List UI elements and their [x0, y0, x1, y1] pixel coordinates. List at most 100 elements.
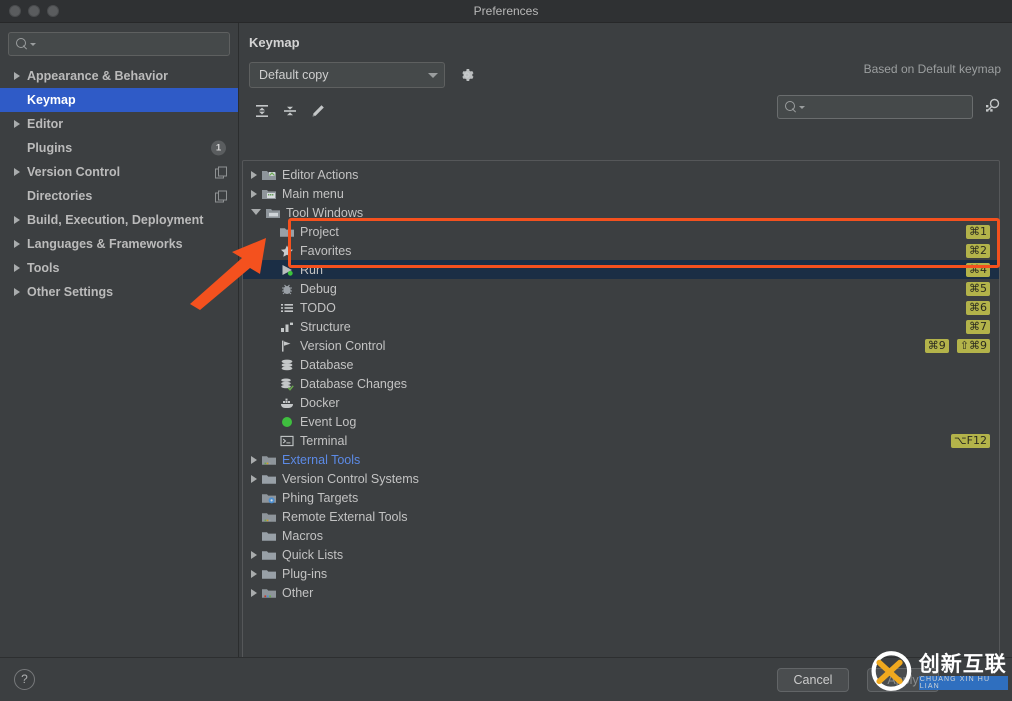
chevron-right-icon[interactable] — [251, 474, 257, 483]
shortcut-badge[interactable]: ⌘9 — [924, 338, 949, 353]
sidebar-item-tools[interactable]: Tools — [0, 256, 238, 280]
tree-row[interactable]: Plug-ins — [243, 564, 999, 583]
tree-row[interactable]: Version Control ⌘9 ⇧⌘9 — [243, 336, 999, 355]
sidebar-item-label: Editor — [27, 117, 64, 131]
tree-row[interactable]: Debug ⌘5 — [243, 279, 999, 298]
gear-icon[interactable] — [459, 67, 475, 83]
sidebar-item-label: Plugins — [27, 141, 73, 155]
shortcut-badge[interactable]: ⌘4 — [966, 262, 990, 277]
chevron-down-icon[interactable] — [251, 208, 261, 215]
sidebar-item-plugins[interactable]: Plugins 1 — [0, 136, 238, 160]
project-scope-icon — [215, 190, 227, 203]
tree-row[interactable]: Editor Actions — [243, 165, 999, 184]
shortcut-badge[interactable]: ⇧⌘9 — [956, 338, 990, 353]
tree-row[interactable]: Other — [243, 583, 999, 602]
sidebar-item-appearance-behavior[interactable]: Appearance & Behavior — [0, 64, 238, 88]
sidebar-search-box[interactable] — [8, 32, 230, 56]
tree-row[interactable]: TODO ⌘6 — [243, 298, 999, 317]
tree-row[interactable]: Terminal ⌥F12 — [243, 431, 999, 450]
keymap-toolbar — [240, 88, 1012, 124]
shortcut-search-box[interactable] — [777, 95, 973, 119]
tree-row[interactable]: External Tools — [243, 450, 999, 469]
tree-row[interactable]: Database — [243, 355, 999, 374]
tree-row[interactable]: Database Changes — [243, 374, 999, 393]
terminal-icon — [280, 434, 294, 448]
tree-row-label: Remote External Tools — [282, 509, 408, 524]
debug-bug-icon — [280, 282, 294, 296]
tree-row[interactable]: Structure ⌘7 — [243, 317, 999, 336]
editor-actions-folder-icon — [262, 168, 276, 182]
find-shortcut-icon[interactable] — [983, 96, 1003, 116]
shortcut-list: ⌘9 ⇧⌘9 — [924, 338, 990, 353]
sidebar-item-build-execution-deployment[interactable]: Build, Execution, Deployment — [0, 208, 238, 232]
tree-row-label: Terminal — [300, 433, 348, 448]
tree-row[interactable]: Macros — [243, 526, 999, 545]
expand-all-icon[interactable] — [250, 100, 274, 122]
watermark-cn-text: 创新互联 — [918, 651, 1007, 676]
tool-windows-folder-icon — [266, 206, 280, 220]
folder-icon — [262, 548, 276, 562]
tree-row-label: Database Changes — [300, 376, 408, 391]
tree-row[interactable]: Run ⌘4 — [243, 260, 999, 279]
tree-row[interactable]: Event Log — [243, 412, 999, 431]
chevron-right-icon[interactable] — [251, 550, 257, 559]
chevron-right-icon[interactable] — [251, 588, 257, 597]
shortcut-badge[interactable]: ⌘1 — [966, 224, 990, 239]
chevron-right-icon[interactable] — [14, 240, 20, 248]
tree-row[interactable]: Docker — [243, 393, 999, 412]
keymap-tree-panel[interactable]: Editor Actions Main menu Tool Windows Proje… — [242, 160, 1000, 668]
remote-external-tools-folder-icon — [262, 510, 276, 524]
sidebar-item-other-settings[interactable]: Other Settings — [0, 280, 238, 304]
chevron-right-icon[interactable] — [14, 288, 20, 296]
sidebar-search-input[interactable] — [36, 37, 229, 51]
edit-pencil-icon[interactable] — [306, 100, 330, 122]
cancel-button[interactable]: Cancel — [777, 668, 849, 692]
shortcut-badge[interactable]: ⌘7 — [966, 319, 990, 334]
sidebar-item-directories[interactable]: Directories — [0, 184, 238, 208]
shortcut-list: ⌘6 — [966, 300, 990, 315]
window-titlebar: Preferences — [0, 0, 1012, 23]
tree-row[interactable]: Favorites ⌘2 — [243, 241, 999, 260]
chevron-right-icon[interactable] — [14, 216, 20, 224]
chevron-right-icon[interactable] — [251, 569, 257, 578]
tree-row[interactable]: Project ⌘1 — [243, 222, 999, 241]
keymap-panel: Keymap Default copy Based on Default key… — [240, 23, 1012, 668]
chevron-right-icon[interactable] — [251, 455, 257, 464]
tree-row-label: Other — [282, 585, 314, 600]
sidebar-item-badge-wrap: 1 — [211, 140, 226, 156]
database-icon — [280, 358, 294, 372]
star-icon — [280, 244, 294, 258]
chevron-right-icon[interactable] — [14, 72, 20, 80]
shortcut-badge[interactable]: ⌥F12 — [951, 433, 990, 448]
shortcut-badge[interactable]: ⌘2 — [966, 243, 990, 258]
keymap-select[interactable]: Default copy — [249, 62, 445, 88]
settings-sidebar: Appearance & Behavior Keymap Editor Plugins… — [0, 23, 239, 657]
chevron-right-icon[interactable] — [251, 170, 257, 179]
based-on-label: Based on Default keymap — [863, 62, 1001, 76]
shortcut-search-input[interactable] — [805, 100, 972, 114]
tree-row[interactable]: Tool Windows — [243, 203, 999, 222]
shortcut-badge[interactable]: ⌘6 — [966, 300, 990, 315]
sidebar-item-keymap[interactable]: Keymap — [0, 88, 238, 112]
run-play-icon — [280, 263, 294, 277]
tree-row[interactable]: Main menu — [243, 184, 999, 203]
settings-nav-list: Appearance & Behavior Keymap Editor Plugins… — [0, 64, 238, 304]
sidebar-item-label: Languages & Frameworks — [27, 237, 183, 251]
help-button[interactable]: ? — [14, 669, 35, 690]
tree-row[interactable]: Version Control Systems — [243, 469, 999, 488]
watermark: 创新互联 CHUANG XIN HU LIAN — [868, 647, 1008, 695]
chevron-right-icon[interactable] — [14, 264, 20, 272]
collapse-all-icon[interactable] — [278, 100, 302, 122]
sidebar-item-editor[interactable]: Editor — [0, 112, 238, 136]
sidebar-item-icon-wrap — [215, 166, 227, 179]
sidebar-item-languages-frameworks[interactable]: Languages & Frameworks — [0, 232, 238, 256]
tree-row[interactable]: Phing Targets — [243, 488, 999, 507]
shortcut-badge[interactable]: ⌘5 — [966, 281, 990, 296]
chevron-right-icon[interactable] — [251, 189, 257, 198]
sidebar-item-label: Tools — [27, 261, 60, 275]
chevron-right-icon[interactable] — [14, 120, 20, 128]
chevron-right-icon[interactable] — [14, 168, 20, 176]
tree-row[interactable]: Remote External Tools — [243, 507, 999, 526]
sidebar-item-version-control[interactable]: Version Control — [0, 160, 238, 184]
tree-row[interactable]: Quick Lists — [243, 545, 999, 564]
